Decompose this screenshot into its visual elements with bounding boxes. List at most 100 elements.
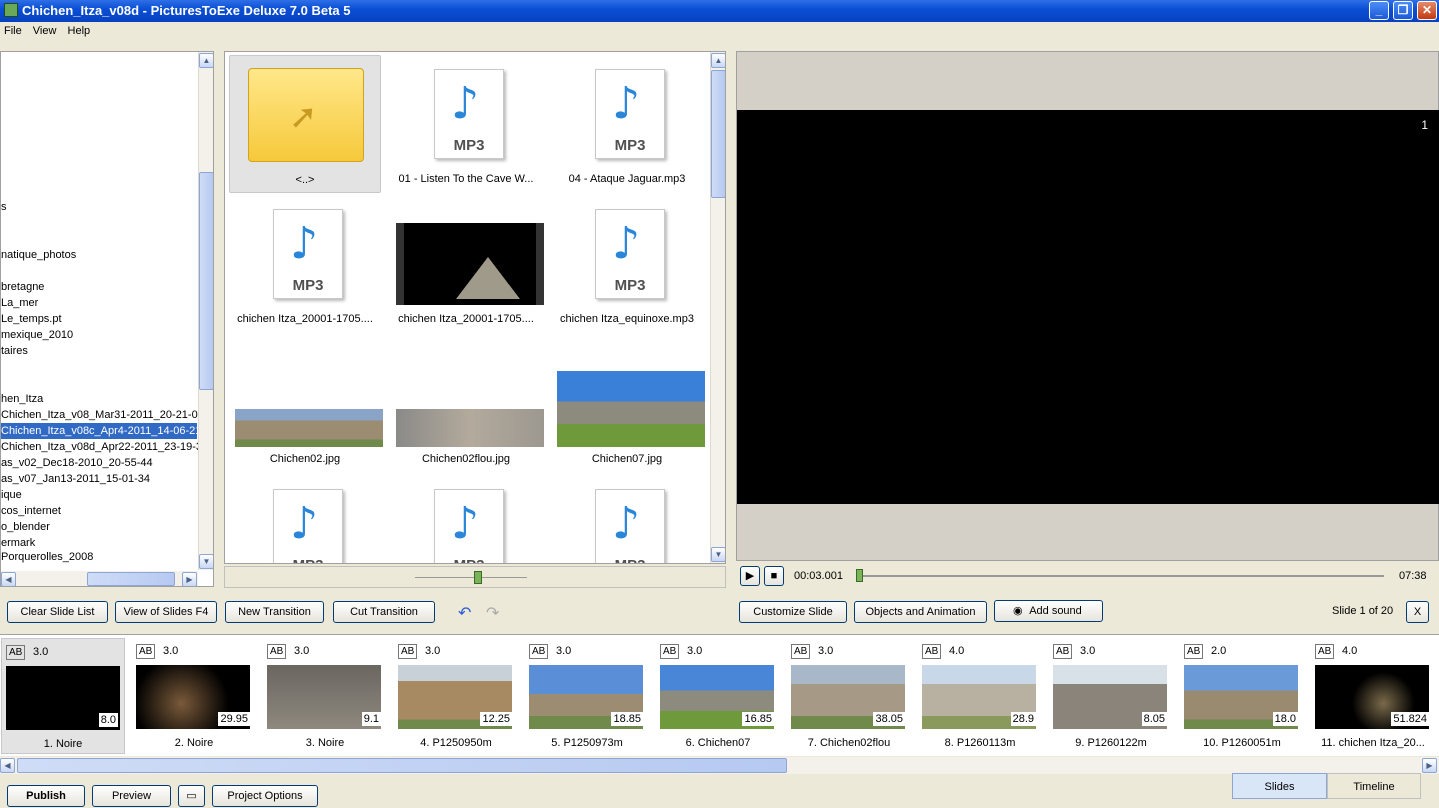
transition-badge[interactable]: AB <box>1184 644 1204 659</box>
file-item[interactable]: ♪MP3citesmayas00_50.mp3 <box>229 475 381 563</box>
file-item[interactable]: ♪ MP3 chichen Itza_equinoxe.mp3 <box>551 195 703 333</box>
maximize-button[interactable]: ❐ <box>1393 1 1413 20</box>
hscroll-thumb[interactable] <box>87 572 175 586</box>
slide-item[interactable]: AB 2.0 18.0 10. P1260051m <box>1180 638 1304 754</box>
scroll-down-icon[interactable]: ▼ <box>199 554 213 569</box>
close-button[interactable]: ✕ <box>1417 1 1437 20</box>
transition-badge[interactable]: AB <box>791 644 811 659</box>
play-icon[interactable]: ▶ <box>740 566 760 586</box>
tree-item[interactable]: ique <box>1 487 197 503</box>
tree-item[interactable]: hen_Itza <box>1 391 197 407</box>
menu-help[interactable]: Help <box>64 22 95 37</box>
slider-handle[interactable] <box>474 571 482 584</box>
transition-badge[interactable]: AB <box>1315 644 1335 659</box>
tree-item[interactable]: Le_temps.pt <box>1 311 197 327</box>
tree-item[interactable]: Chichen_Itza_v08_Mar31-2011_20-21-05 <box>1 407 204 423</box>
cut-transition-button[interactable]: Cut Transition <box>333 601 435 623</box>
file-item[interactable]: ♪ MP3 04 - Ataque Jaguar.mp3 <box>551 55 703 193</box>
file-item[interactable]: chichen Itza_20001-1705.... <box>390 195 544 333</box>
slide-name: 10. P1260051m <box>1203 737 1281 749</box>
file-item[interactable]: ♪ MP3 01 - Listen To the Cave W... <box>390 55 542 193</box>
scroll-right-icon[interactable]: ▶ <box>1422 758 1437 773</box>
transition-badge[interactable]: AB <box>136 644 156 659</box>
window-icon[interactable]: ▭ <box>178 785 205 807</box>
scroll-up-icon[interactable]: ▲ <box>711 53 725 68</box>
menu-view[interactable]: View <box>29 22 61 37</box>
files-vertical-scrollbar[interactable]: ▲ ▼ <box>710 52 725 563</box>
transition-badge[interactable]: AB <box>267 644 287 659</box>
publish-button[interactable]: Publish <box>7 785 85 807</box>
clear-slide-list-button[interactable]: Clear Slide List <box>7 601 108 623</box>
file-item[interactable]: ♪MP3citesmayas00_51.mp3 <box>390 475 542 563</box>
scroll-up-icon[interactable]: ▲ <box>199 53 213 68</box>
file-browser[interactable]: ➚ <..> ♪ MP3 01 - Listen To the Cave W... ♪ MP… <box>224 51 726 564</box>
transition-badge[interactable]: AB <box>922 644 942 659</box>
transition-badge[interactable]: AB <box>398 644 418 659</box>
objects-animation-button[interactable]: Objects and Animation <box>854 601 987 623</box>
slide-item[interactable]: AB 3.0 29.95 2. Noire <box>132 638 256 754</box>
file-item[interactable]: Chichen02flou.jpg <box>390 335 544 473</box>
timeline-track[interactable] <box>858 575 1384 577</box>
tab-slides[interactable]: Slides <box>1232 773 1327 799</box>
tree-item[interactable]: Chichen_Itza_v08c_Apr4-2011_14-06-21 <box>1 422 201 440</box>
timeline-handle[interactable] <box>856 569 863 582</box>
strip-scroll-thumb[interactable] <box>17 758 787 773</box>
tree-item[interactable]: s <box>1 199 197 215</box>
close-preview-button[interactable]: X <box>1406 601 1429 623</box>
tree-item[interactable]: taires <box>1 343 197 359</box>
slide-item[interactable]: AB 4.0 51.824 11. chichen Itza_20... <box>1311 638 1435 754</box>
thumb-size-slider[interactable] <box>224 566 726 588</box>
tree-vertical-scrollbar[interactable]: ▲ ▼ <box>198 52 213 570</box>
tree-horizontal-scrollbar[interactable]: ◀ ▶ <box>1 571 198 586</box>
minimize-button[interactable]: _ <box>1369 1 1389 20</box>
tree-item[interactable]: bretagne <box>1 279 197 295</box>
folder-tree[interactable]: s natique_photos bretagne La_mer Le_temps.pt… <box>0 51 214 587</box>
slide-item[interactable]: AB 3.0 8.0 1. Noire <box>1 638 125 754</box>
file-item[interactable]: Chichen02.jpg <box>229 335 383 473</box>
slide-item[interactable]: AB 3.0 38.05 7. Chichen02flou <box>787 638 911 754</box>
slide-item[interactable]: AB 3.0 12.25 4. P1250950m <box>394 638 518 754</box>
transition-badge[interactable]: AB <box>660 644 680 659</box>
tree-item[interactable]: mexique_2010 <box>1 327 197 343</box>
tree-item[interactable]: Chichen_Itza_v08d_Apr22-2011_23-19-3 <box>1 439 202 455</box>
scroll-right-icon[interactable]: ▶ <box>182 572 197 586</box>
file-item[interactable]: Chichen07.jpg <box>551 335 705 473</box>
slide-item[interactable]: AB 3.0 9.1 3. Noire <box>263 638 387 754</box>
view-of-slides-button[interactable]: View of Slides F4 <box>115 601 217 623</box>
tree-item[interactable]: La_mer <box>1 295 197 311</box>
scroll-left-icon[interactable]: ◀ <box>1 572 16 586</box>
preview-button[interactable]: Preview <box>92 785 171 807</box>
menu-file[interactable]: File <box>0 22 26 37</box>
slide-strip[interactable]: AB 3.0 8.0 1. Noire AB 3.0 29.95 2. Noire AB 3.0 9… <box>0 634 1439 756</box>
tree-item[interactable]: o_blender <box>1 519 197 535</box>
scroll-thumb[interactable] <box>199 172 213 390</box>
undo-icon[interactable]: ↶ <box>458 603 471 623</box>
image-thumbnail <box>235 409 383 447</box>
file-item[interactable]: ♪ MP3 chichen Itza_20001-1705.... <box>229 195 381 333</box>
strip-horizontal-scrollbar[interactable]: ◀ ▶ <box>0 757 1439 774</box>
tree-item[interactable]: as_v02_Dec18-2010_20-55-44 <box>1 455 197 471</box>
new-transition-button[interactable]: New Transition <box>225 601 324 623</box>
tree-item[interactable]: as_v07_Jan13-2011_15-01-34 <box>1 471 197 487</box>
customize-slide-button[interactable]: Customize Slide <box>739 601 847 623</box>
tree-item[interactable]: Porquerolles_2008 <box>1 549 197 565</box>
add-sound-button[interactable]: ◉ Add sound <box>994 600 1103 622</box>
scroll-down-icon[interactable]: ▼ <box>711 547 725 562</box>
transition-badge[interactable]: AB <box>529 644 549 659</box>
stop-icon[interactable]: ■ <box>764 566 784 586</box>
tab-timeline[interactable]: Timeline <box>1327 773 1421 799</box>
slide-item[interactable]: AB 3.0 16.85 6. Chichen07 <box>656 638 780 754</box>
slide-item[interactable]: AB 4.0 28.9 8. P1260113m <box>918 638 1042 754</box>
slide-item[interactable]: AB 3.0 8.05 9. P1260122m <box>1049 638 1173 754</box>
scroll-left-icon[interactable]: ◀ <box>0 758 15 773</box>
slide-item[interactable]: AB 3.0 18.85 5. P1250973m <box>525 638 649 754</box>
redo-icon[interactable]: ↷ <box>486 603 499 623</box>
transition-badge[interactable]: AB <box>1053 644 1073 659</box>
file-item[interactable]: ♪MP3citesmayas00_52.mp3 <box>551 475 703 563</box>
transition-badge[interactable]: AB <box>6 645 26 660</box>
file-item[interactable]: ➚ <..> <box>229 55 381 193</box>
tree-item[interactable]: natique_photos <box>1 247 197 263</box>
tree-item[interactable]: cos_internet <box>1 503 197 519</box>
scroll-thumb[interactable] <box>711 70 725 198</box>
project-options-button[interactable]: Project Options <box>212 785 318 807</box>
